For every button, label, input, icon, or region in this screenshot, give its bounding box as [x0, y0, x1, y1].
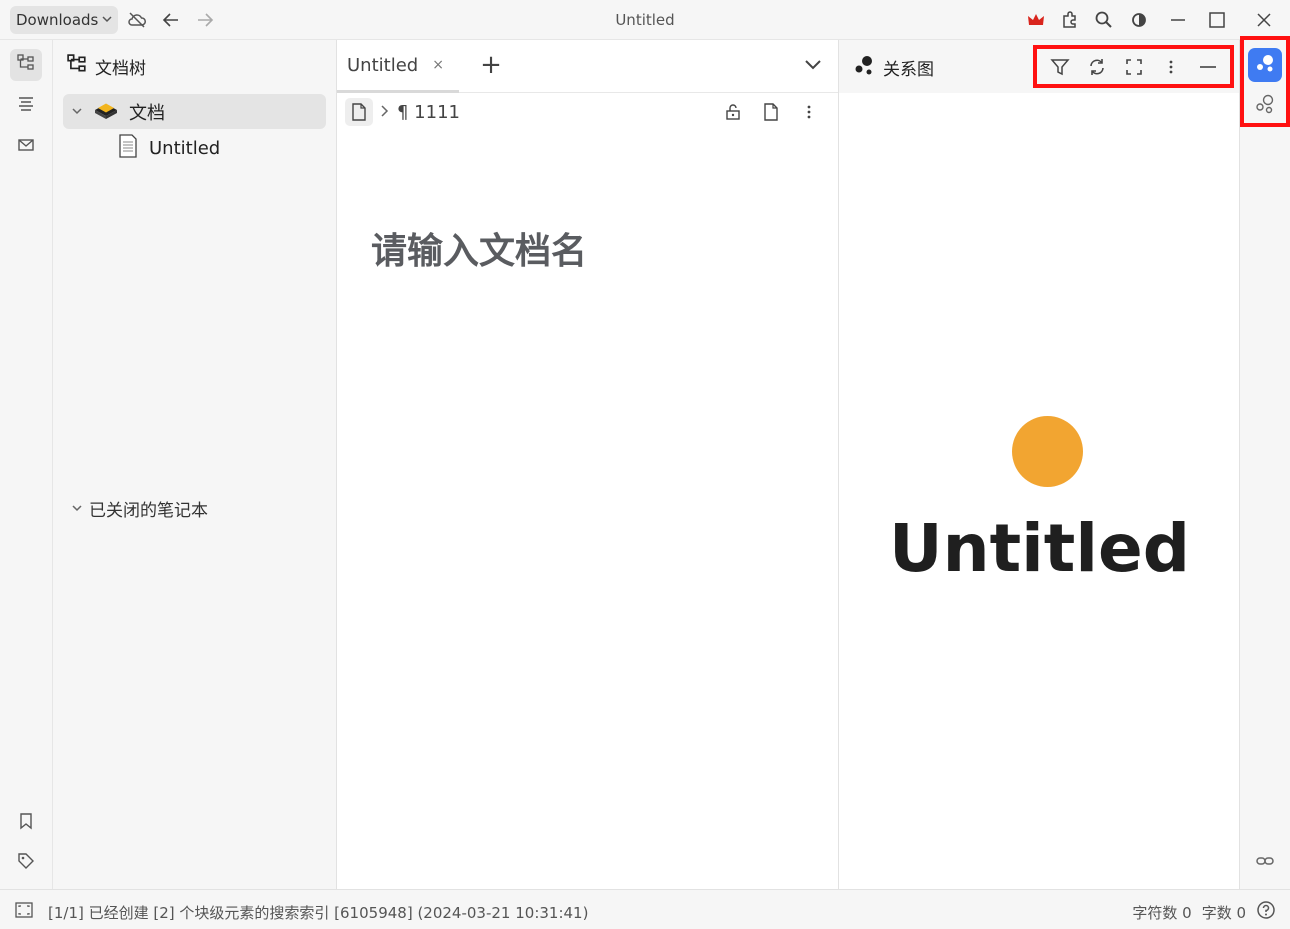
workspace-name: Downloads [16, 11, 99, 29]
tab-close-icon[interactable]: × [432, 57, 444, 73]
chevron-right-icon [379, 102, 391, 123]
add-tab-button[interactable]: + [479, 52, 503, 78]
back-arrow-icon[interactable] [159, 8, 183, 32]
mail-icon [17, 136, 35, 158]
breadcrumb-block[interactable]: ¶ 1111 [397, 102, 460, 123]
more-icon[interactable] [797, 100, 821, 124]
forward-arrow-icon[interactable] [193, 8, 217, 32]
filter-icon[interactable] [1048, 55, 1072, 79]
title-bar: Downloads Untitled [0, 0, 1290, 40]
crown-icon[interactable] [1024, 8, 1048, 32]
close-icon[interactable] [1252, 8, 1276, 32]
doc-title-input[interactable]: 请输入文档名 [371, 222, 587, 274]
tab-list-button[interactable] [801, 54, 825, 78]
chevron-down-icon [102, 14, 112, 27]
fullscreen-icon[interactable] [1122, 55, 1146, 79]
status-message: [1/1] 已经创建 [2] 个块级元素的搜索索引 [6105948] (202… [48, 904, 589, 922]
backlinks-toggle[interactable] [1248, 846, 1282, 880]
file-tree-header: 文档树 [67, 54, 146, 79]
bookmark-icon [17, 812, 35, 834]
inbox-toggle[interactable] [10, 131, 42, 163]
tab-label: Untitled [347, 54, 419, 76]
char-count: 字符数 0 [1132, 903, 1192, 922]
graph-title-wrap: 关系图 [853, 54, 934, 81]
tag-toggle[interactable] [10, 847, 42, 879]
word-count: 字数 0 [1201, 903, 1246, 922]
doc-name: Untitled [149, 137, 221, 159]
theme-icon[interactable] [1127, 8, 1151, 32]
graph-icon [853, 54, 875, 81]
chevron-down-icon [71, 499, 83, 519]
notebook-item[interactable]: 文档 [63, 94, 326, 129]
graph-title: 关系图 [883, 60, 934, 80]
notebook-name: 文档 [129, 102, 165, 124]
more-icon[interactable] [1159, 55, 1183, 79]
search-icon[interactable] [1092, 8, 1116, 32]
bookmark-toggle[interactable] [10, 807, 42, 839]
notebook-icon [93, 98, 119, 125]
minimize-panel-icon[interactable] [1196, 55, 1220, 79]
graph-node[interactable] [1012, 416, 1083, 487]
document-icon [117, 133, 139, 163]
chevron-down-icon[interactable] [71, 101, 83, 122]
outline-toggle[interactable] [10, 90, 42, 122]
global-graph-toggle[interactable] [1248, 89, 1282, 123]
editor-actions [721, 100, 821, 124]
right-dock [1239, 36, 1290, 889]
graph-view-toggle[interactable] [1248, 48, 1282, 82]
tree-icon [17, 54, 35, 76]
graph-icon [1254, 52, 1276, 78]
refresh-icon[interactable] [1085, 55, 1109, 79]
graph-panel: 关系图 Untitled [838, 40, 1240, 889]
editor-panel: Untitled × + ¶ 1111 请输入文档名 [337, 40, 838, 889]
graph-node-label: Untitled [889, 510, 1190, 587]
status-counts: 字符数 0 字数 0 [1132, 900, 1276, 924]
closed-notebooks-section[interactable]: 已关闭的笔记本 [71, 496, 208, 521]
workspace-selector[interactable]: Downloads [10, 6, 119, 34]
doc-info-icon[interactable] [759, 100, 783, 124]
file-tree-panel: 文档树 文档 Untitled 已关闭的笔记本 [53, 40, 337, 889]
graph-header: 关系图 [839, 40, 1240, 93]
cloud-off-icon[interactable] [125, 8, 149, 32]
tree-icon [67, 54, 87, 79]
tag-icon [17, 852, 35, 874]
link-icon [1255, 851, 1275, 875]
minimize-icon[interactable] [1166, 8, 1190, 32]
focus-mode-icon[interactable] [14, 900, 34, 920]
maximize-icon[interactable] [1205, 8, 1229, 32]
help-icon[interactable] [1256, 900, 1276, 924]
plugin-icon[interactable] [1058, 8, 1082, 32]
breadcrumb: ¶ 1111 [345, 98, 460, 126]
tab-bar: Untitled × + [337, 40, 838, 93]
outline-icon [17, 95, 35, 117]
file-tree-toggle[interactable] [10, 49, 42, 81]
file-tree-title: 文档树 [95, 59, 146, 79]
status-bar: [1/1] 已经创建 [2] 个块级元素的搜索索引 [6105948] (202… [0, 889, 1290, 929]
chevron-down-icon [803, 54, 823, 78]
left-dock [0, 40, 53, 889]
doc-item[interactable]: Untitled [117, 133, 221, 163]
graph-toolbar [1033, 45, 1234, 88]
tab-untitled[interactable]: Untitled × [337, 40, 459, 93]
global-graph-icon [1254, 93, 1276, 119]
breadcrumb-doc-button[interactable] [345, 98, 373, 126]
closed-notebooks-label: 已关闭的笔记本 [89, 501, 208, 521]
unlock-icon[interactable] [721, 100, 745, 124]
